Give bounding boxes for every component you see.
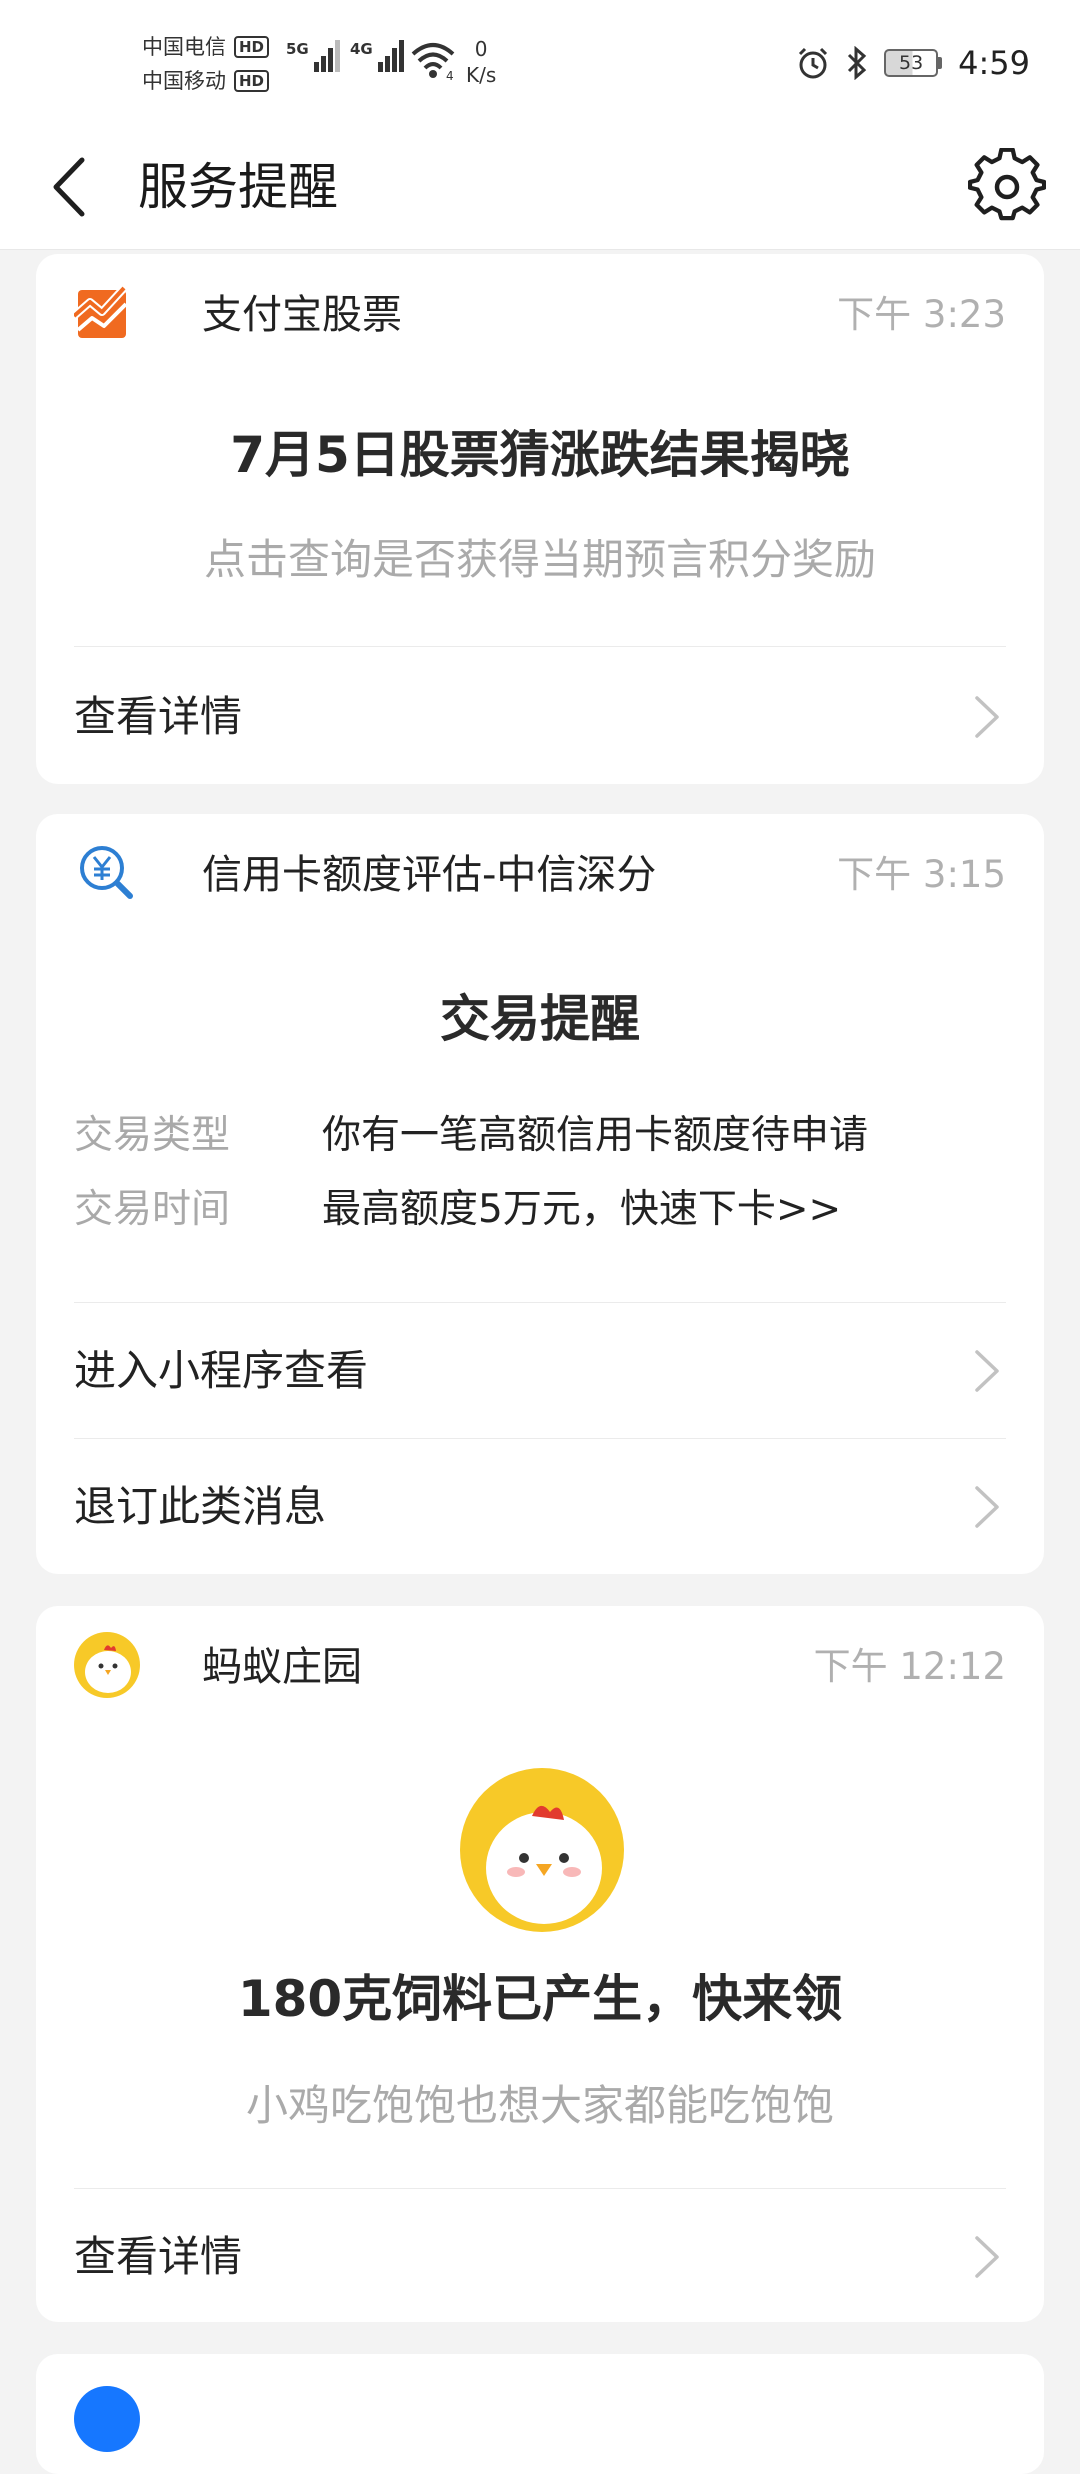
service-name: 信用卡额度评估-中信深分 bbox=[202, 852, 657, 898]
chevron-right-icon bbox=[975, 1486, 999, 1528]
signal-icon: 4G bbox=[350, 40, 404, 72]
hd-badge: HD bbox=[234, 70, 270, 92]
chick-avatar-icon bbox=[74, 1632, 140, 1698]
field-label: 交易类型 bbox=[74, 1113, 231, 1158]
carrier-2-label: 中国移动 bbox=[142, 69, 226, 93]
hd-badge: HD bbox=[234, 36, 270, 58]
field-label: 交易时间 bbox=[74, 1187, 231, 1232]
card-header: 蚂蚁庄园 下午 12:12 bbox=[74, 1630, 1006, 1702]
speed-value: 0 bbox=[474, 37, 488, 61]
field-value: 你有一笔高额信用卡额度待申请 bbox=[322, 1113, 869, 1158]
bluetooth-icon bbox=[848, 46, 867, 80]
notification-subtitle: 小鸡吃饱饱也想大家都能吃饱饱 bbox=[245, 2081, 834, 2130]
yuan-search-icon bbox=[80, 846, 133, 899]
battery-level: 53 bbox=[884, 49, 939, 77]
carrier-1-label: 中国电信 bbox=[142, 35, 226, 59]
wifi-icon: 4 bbox=[410, 40, 456, 84]
network-type-4g: 4G bbox=[350, 40, 373, 58]
open-mini-program-link[interactable]: 进入小程序查看 bbox=[74, 1316, 1006, 1426]
wifi-badge: 4 bbox=[446, 69, 454, 80]
status-bar: 中国电信 HD 中国移动 HD 5G 4G 4 0 K/s 53 4:59 bbox=[0, 0, 1080, 128]
settings-button[interactable] bbox=[967, 147, 1047, 226]
chevron-right-icon bbox=[975, 2236, 999, 2278]
divider bbox=[74, 1302, 1006, 1303]
view-details-link[interactable]: 查看详情 bbox=[74, 662, 1006, 772]
card-header: 信用卡额度评估-中信深分 下午 3:15 bbox=[74, 838, 1006, 910]
notification-title: 交易提醒 bbox=[440, 990, 640, 1048]
chevron-right-icon bbox=[975, 1350, 999, 1392]
notification-time: 下午 3:23 bbox=[837, 293, 1006, 336]
link-label: 进入小程序查看 bbox=[74, 1346, 369, 1395]
divider bbox=[74, 2188, 1006, 2189]
notification-card: 蚂蚁庄园 下午 12:12 180克饲料已产生，快来领 小鸡吃饱饱也想大家都能吃… bbox=[36, 1606, 1044, 2322]
notification-card: 信用卡额度评估-中信深分 下午 3:15 交易提醒 交易类型 你有一笔高额信用卡… bbox=[36, 814, 1044, 1574]
back-arrow-icon bbox=[53, 157, 85, 217]
back-button[interactable] bbox=[40, 152, 110, 222]
field-row: 交易时间 最高额度5万元，快速下卡>> bbox=[74, 1180, 1006, 1240]
service-name: 蚂蚁庄园 bbox=[202, 1644, 362, 1690]
link-label: 查看详情 bbox=[74, 2232, 243, 2281]
view-details-link[interactable]: 查看详情 bbox=[74, 2202, 1006, 2312]
notification-title: 180克饲料已产生，快来领 bbox=[237, 1970, 843, 2028]
speed-unit: K/s bbox=[466, 63, 497, 87]
signal-icon: 5G bbox=[286, 40, 340, 72]
carrier-info: 中国电信 HD 中国移动 HD bbox=[142, 30, 270, 98]
title-bar: 服务提醒 bbox=[0, 128, 1080, 250]
clock: 4:59 bbox=[958, 44, 1030, 82]
notification-time: 下午 3:15 bbox=[837, 853, 1006, 896]
alarm-icon bbox=[799, 47, 828, 79]
battery-icon: 53 bbox=[884, 49, 943, 77]
notification-card: 支付宝股票 下午 3:23 7月5日股票猜涨跌结果揭晓 点击查询是否获得当期预言… bbox=[36, 254, 1044, 784]
card-header: 支付宝股票 下午 3:23 bbox=[74, 278, 1006, 350]
field-value: 最高额度5万元，快速下卡>> bbox=[322, 1187, 842, 1232]
notification-time: 下午 12:12 bbox=[813, 1645, 1006, 1688]
notification-title: 7月5日股票猜涨跌结果揭晓 bbox=[230, 426, 850, 484]
link-label: 查看详情 bbox=[74, 692, 243, 741]
service-icon bbox=[74, 2386, 140, 2452]
divider bbox=[74, 1438, 1006, 1439]
chick-illustration bbox=[460, 1768, 624, 1932]
field-row: 交易类型 你有一笔高额信用卡额度待申请 bbox=[74, 1106, 1006, 1166]
notification-subtitle: 点击查询是否获得当期预言积分奖励 bbox=[203, 535, 876, 584]
stock-chart-icon bbox=[74, 285, 128, 338]
network-speed: 0 K/s bbox=[466, 36, 496, 88]
notification-card bbox=[36, 2354, 1044, 2474]
unsubscribe-link[interactable]: 退订此类消息 bbox=[74, 1452, 1006, 1562]
page-title: 服务提醒 bbox=[138, 158, 338, 216]
divider bbox=[74, 646, 1006, 647]
chevron-right-icon bbox=[975, 696, 999, 738]
gear-icon bbox=[967, 147, 1047, 221]
service-name: 支付宝股票 bbox=[202, 292, 402, 338]
link-label: 退订此类消息 bbox=[74, 1482, 327, 1531]
network-type-5g: 5G bbox=[286, 40, 309, 58]
